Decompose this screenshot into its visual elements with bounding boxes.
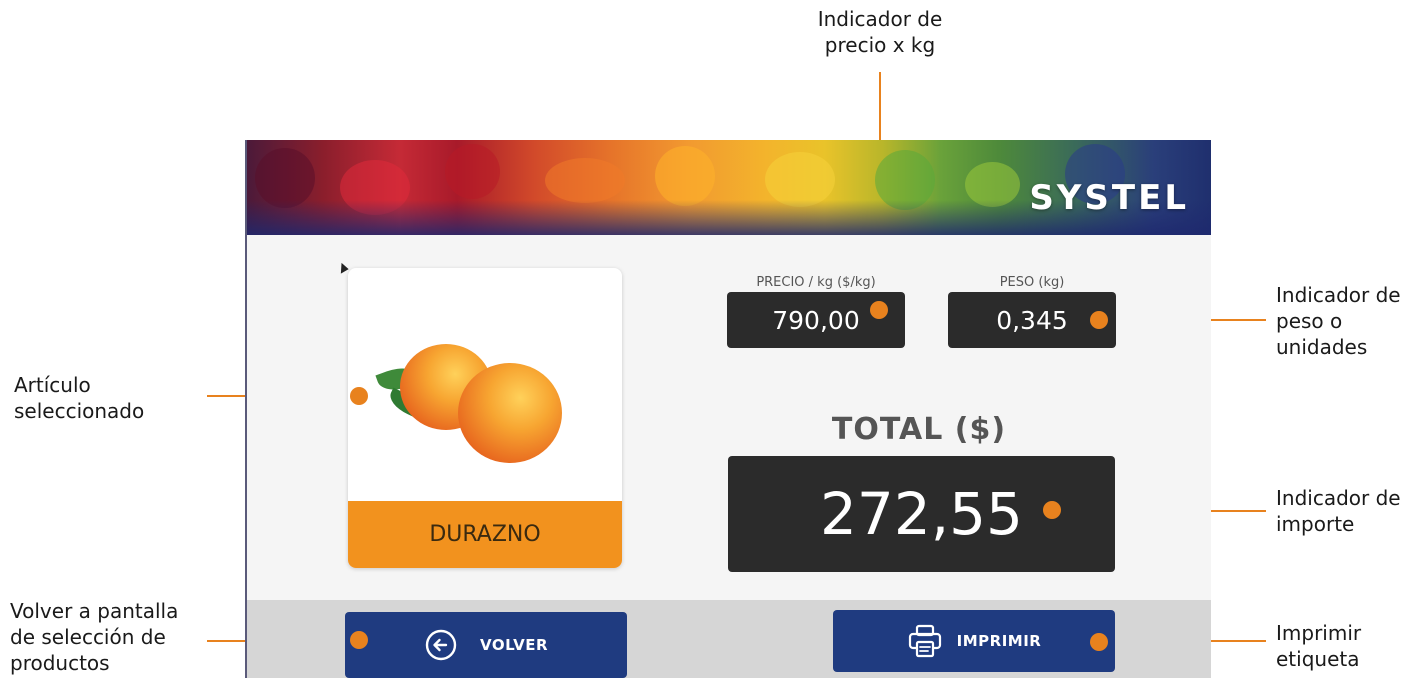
annotation-price-marker (870, 301, 888, 319)
total-label: TOTAL ($) (831, 412, 1007, 447)
systel-logo: SYSTEL (1029, 178, 1189, 218)
fruit-banner: SYSTEL (245, 140, 1211, 235)
back-button-label: VOLVER (480, 636, 548, 654)
print-button-label: IMPRIMIR (956, 632, 1042, 650)
weight-label: PESO (kg) (999, 275, 1065, 290)
annotation-print-marker (1090, 633, 1108, 651)
price-value: 790,00 (772, 305, 860, 335)
annotation-back: Volver a pantalla de selección de produc… (10, 599, 179, 675)
printer-icon (907, 623, 943, 659)
annotation-amount-marker (1043, 501, 1061, 519)
annotation-article-marker (350, 387, 368, 405)
product-name-label: DURAZNO (348, 501, 622, 568)
annotation-back-marker (350, 631, 368, 649)
arrow-left-circle-icon (424, 628, 458, 662)
total-value: 272,55 (820, 480, 1023, 548)
mouse-cursor-icon (336, 261, 349, 274)
peach-image (348, 268, 622, 498)
back-button[interactable]: VOLVER (345, 612, 627, 678)
annotation-print: Imprimir etiqueta (1276, 621, 1362, 671)
print-button[interactable]: IMPRIMIR (833, 610, 1115, 672)
annotation-article-selected: Artículo seleccionado (14, 373, 145, 423)
annotation-price-indicator: Indicador de precio x kg (817, 7, 943, 57)
scale-app-screen: SYSTEL DURAZNO PRECIO / kg ($/kg) 790,00… (245, 140, 1211, 678)
annotation-weight-indicator: Indicador de peso o unidades (1276, 283, 1401, 359)
annotation-amount-indicator: Indicador de importe (1276, 486, 1401, 536)
price-label: PRECIO / kg ($/kg) (756, 275, 876, 290)
annotation-weight-marker (1090, 311, 1108, 329)
selected-product-card[interactable]: DURAZNO (348, 268, 622, 568)
weight-value: 0,345 (996, 305, 1068, 335)
bottom-toolbar: VOLVER IMPRIMIR (245, 600, 1211, 678)
